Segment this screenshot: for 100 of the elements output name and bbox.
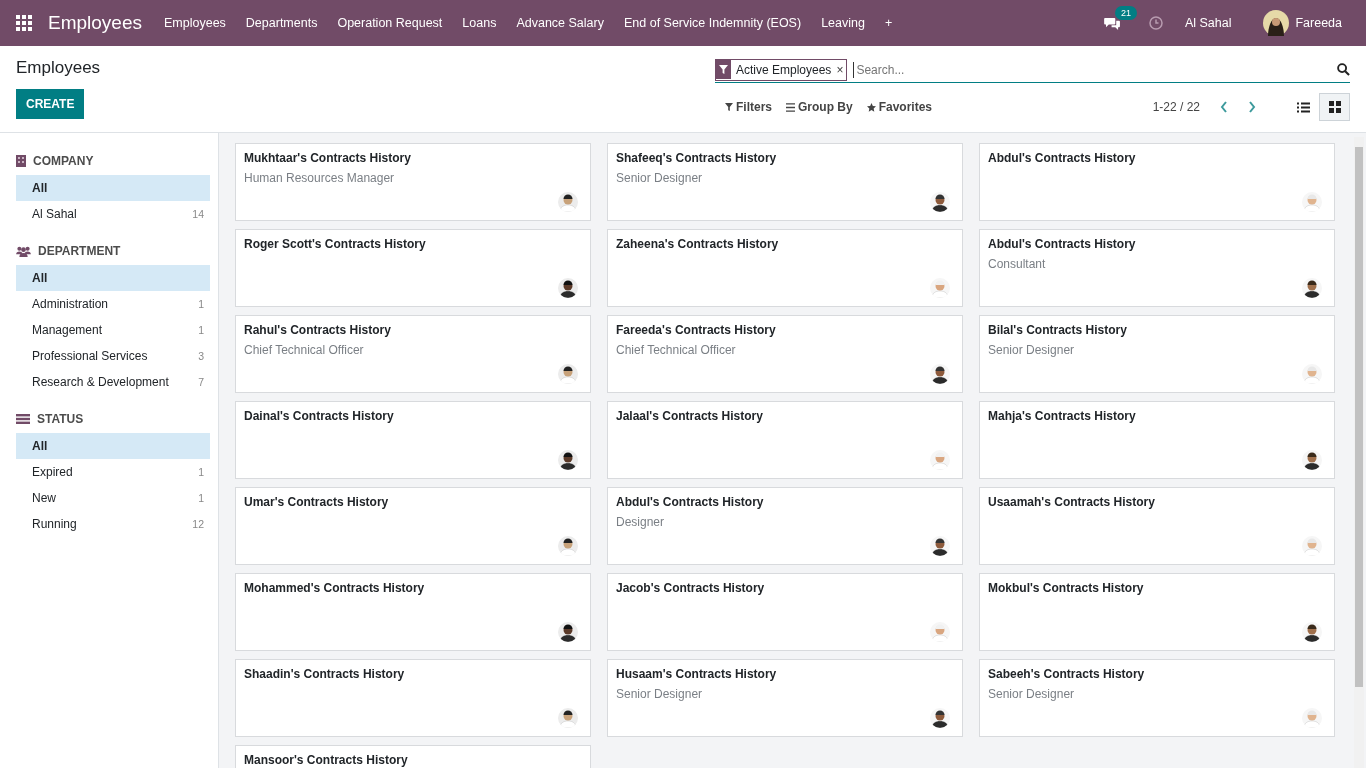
card-title: Jalaal's Contracts History bbox=[616, 409, 764, 423]
avatar-icon bbox=[1302, 536, 1322, 556]
avatar-icon bbox=[930, 450, 950, 470]
avatar-icon bbox=[930, 278, 950, 298]
menu-item[interactable]: End of Service Indemnity (EOS) bbox=[613, 16, 812, 30]
card-title: Fareeda's Contracts History bbox=[616, 323, 777, 337]
filter-item[interactable]: All bbox=[16, 265, 210, 291]
search-bar[interactable]: Active Employees × Search... bbox=[715, 57, 1350, 83]
avatar-icon bbox=[1302, 708, 1322, 728]
create-button[interactable]: CREATE bbox=[16, 89, 85, 119]
card-title: Rahul's Contracts History bbox=[244, 323, 392, 337]
menu-item[interactable]: Employees bbox=[154, 16, 236, 30]
card-title: Shafeeq's Contracts History bbox=[616, 151, 778, 165]
favorites-button[interactable]: Favorites bbox=[866, 100, 933, 114]
contract-card[interactable]: Mokbul's Contracts History bbox=[979, 573, 1335, 651]
previous-page-icon[interactable] bbox=[1220, 101, 1228, 113]
user-avatar-icon[interactable] bbox=[1263, 10, 1290, 36]
avatar-icon bbox=[558, 708, 578, 728]
avatar-icon bbox=[1302, 192, 1322, 212]
contract-card[interactable]: Dainal's Contracts History bbox=[235, 401, 591, 479]
contract-card[interactable]: Usaamah's Contracts History bbox=[979, 487, 1335, 565]
filter-item[interactable]: All bbox=[16, 433, 210, 459]
menu-item[interactable]: + bbox=[874, 16, 903, 30]
card-title: Mokbul's Contracts History bbox=[988, 581, 1145, 595]
filter-item[interactable]: Administration 1 bbox=[16, 291, 210, 317]
contract-card[interactable]: Shaadin's Contracts History bbox=[235, 659, 591, 737]
section-heading: DEPARTMENT bbox=[38, 244, 121, 258]
job-title: Designer bbox=[616, 515, 666, 529]
filter-item[interactable]: Professional Services 3 bbox=[16, 343, 210, 369]
card-title: Shaadin's Contracts History bbox=[244, 667, 406, 681]
contract-card[interactable]: Umar's Contracts History bbox=[235, 487, 591, 565]
contract-card[interactable]: Fareeda's Contracts History Chief Technical Officer bbox=[607, 315, 963, 393]
next-page-icon[interactable] bbox=[1248, 101, 1256, 113]
contract-card[interactable]: Bilal's Contracts History Senior Designer bbox=[979, 315, 1335, 393]
contract-card[interactable]: Roger Scott's Contracts History bbox=[235, 229, 591, 307]
job-title: Senior Designer bbox=[988, 343, 1076, 357]
contract-card[interactable]: Mansoor's Contracts History bbox=[235, 745, 591, 768]
filter-item[interactable]: Research & Development 7 bbox=[16, 369, 210, 395]
star-icon bbox=[866, 102, 876, 112]
avatar-icon bbox=[1302, 364, 1322, 384]
contract-card[interactable]: Mahja's Contracts History bbox=[979, 401, 1335, 479]
contract-card[interactable]: Mohammed's Contracts History bbox=[235, 573, 591, 651]
section-heading: STATUS bbox=[37, 412, 84, 426]
contract-card[interactable]: Abdul's Contracts History Designer bbox=[607, 487, 963, 565]
menu-item[interactable]: Departments bbox=[235, 16, 328, 30]
filter-icon bbox=[725, 103, 733, 111]
card-title: Mukhtaar's Contracts History bbox=[244, 151, 412, 165]
page-title: Employees bbox=[16, 58, 101, 78]
avatar-icon bbox=[1302, 450, 1322, 470]
filter-item[interactable]: Al Sahal 14 bbox=[16, 201, 210, 227]
user-menu[interactable]: Fareeda bbox=[1289, 16, 1352, 30]
avatar-icon bbox=[558, 536, 578, 556]
avatar-icon bbox=[558, 450, 578, 470]
filter-item[interactable]: Running 12 bbox=[16, 511, 210, 537]
contract-card[interactable]: Shafeeq's Contracts History Senior Designer bbox=[607, 143, 963, 221]
contract-card[interactable]: Abdul's Contracts History Consultant bbox=[979, 229, 1335, 307]
contract-card[interactable]: Zaheena's Contracts History bbox=[607, 229, 963, 307]
scrollbar[interactable] bbox=[1354, 137, 1364, 768]
filter-item[interactable]: Management 1 bbox=[16, 317, 210, 343]
filter-item[interactable]: All bbox=[16, 175, 210, 201]
filter-item[interactable]: Expired 1 bbox=[16, 459, 210, 485]
search-facet[interactable]: Active Employees × bbox=[715, 58, 848, 81]
group-by-button[interactable]: Group By bbox=[786, 100, 853, 114]
card-title: Bilal's Contracts History bbox=[988, 323, 1128, 337]
building-icon bbox=[16, 155, 26, 167]
card-title: Dainal's Contracts History bbox=[244, 409, 395, 423]
contract-card[interactable]: Abdul's Contracts History bbox=[979, 143, 1335, 221]
contract-card[interactable]: Husaam's Contracts History Senior Designer bbox=[607, 659, 963, 737]
filter-icon bbox=[716, 60, 731, 79]
contract-card[interactable]: Rahul's Contracts History Chief Technical Officer bbox=[235, 315, 591, 393]
contract-card[interactable]: Jalaal's Contracts History bbox=[607, 401, 963, 479]
filters-button[interactable]: Filters bbox=[725, 100, 772, 114]
job-title: Senior Designer bbox=[616, 687, 704, 701]
contract-card[interactable]: Jacob's Contracts History bbox=[607, 573, 963, 651]
contract-card[interactable]: Sabeeh's Contracts History Senior Designer bbox=[979, 659, 1335, 737]
apps-grid-icon[interactable] bbox=[16, 15, 32, 31]
menu-item[interactable]: Operation Request bbox=[327, 16, 453, 30]
card-title: Husaam's Contracts History bbox=[616, 667, 778, 681]
card-title: Jacob's Contracts History bbox=[616, 581, 766, 595]
clock-icon[interactable] bbox=[1148, 16, 1163, 30]
menu-item[interactable]: Loans bbox=[452, 16, 507, 30]
card-title: Sabeeh's Contracts History bbox=[988, 667, 1146, 681]
chat-icon[interactable] bbox=[1103, 16, 1121, 30]
bars-icon bbox=[786, 102, 795, 112]
avatar-icon bbox=[558, 622, 578, 642]
filter-item[interactable]: New 1 bbox=[16, 485, 210, 511]
app-title: Employees bbox=[48, 12, 142, 34]
avatar-icon bbox=[930, 536, 950, 556]
company-switcher[interactable]: Al Sahal bbox=[1174, 16, 1242, 30]
section-heading: COMPANY bbox=[33, 154, 94, 168]
card-title: Umar's Contracts History bbox=[244, 495, 390, 509]
menu-item[interactable]: Leaving bbox=[811, 16, 875, 30]
contract-card[interactable]: Mukhtaar's Contracts History Human Resources Manager bbox=[235, 143, 591, 221]
message-count-badge: 21 bbox=[1114, 5, 1137, 20]
card-title: Mansoor's Contracts History bbox=[244, 753, 409, 767]
kanban-view-button[interactable] bbox=[1319, 93, 1350, 121]
menu-item[interactable]: Advance Salary bbox=[506, 16, 614, 30]
search-icon[interactable] bbox=[1337, 63, 1350, 76]
card-title: Abdul's Contracts History bbox=[616, 495, 765, 509]
remove-facet-button[interactable]: × bbox=[836, 62, 847, 77]
